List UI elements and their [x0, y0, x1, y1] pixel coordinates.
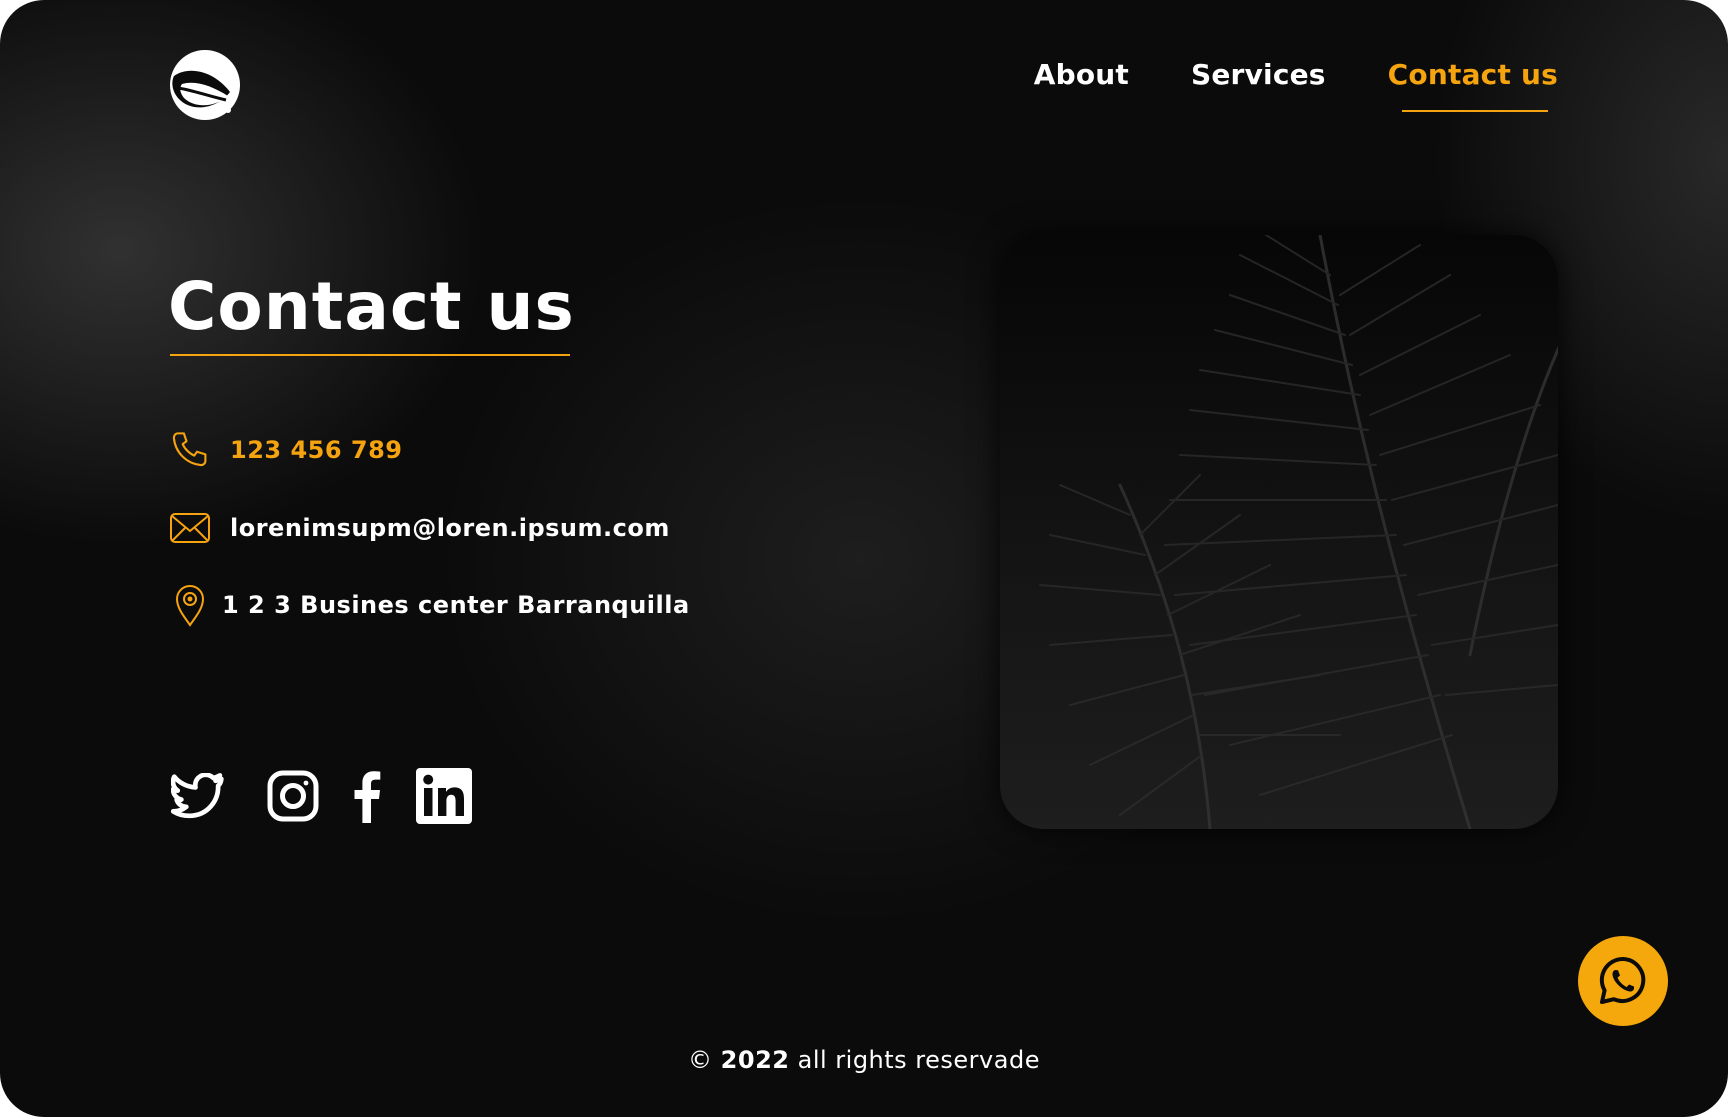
page-title: Contact us: [168, 268, 575, 345]
page-frame: About Services Contact us Contact us 123…: [0, 0, 1728, 1117]
whatsapp-button[interactable]: [1578, 936, 1668, 1026]
contact-address-row[interactable]: 1 2 3 Busines center Barranquilla: [168, 583, 690, 627]
linkedin-icon[interactable]: [416, 768, 472, 824]
palm-leaves-illustration: [1000, 235, 1558, 829]
location-pin-icon: [168, 583, 212, 627]
nav-item-about[interactable]: About: [1034, 58, 1129, 91]
copyright-year: 2022: [720, 1046, 790, 1074]
footer-copyright: © 2022 all rights reservade: [0, 1046, 1728, 1074]
copyright-symbol: ©: [688, 1046, 713, 1074]
phone-icon: [168, 428, 212, 472]
palm-leaves-image: [1000, 235, 1558, 829]
title-underline: [170, 354, 570, 356]
instagram-icon[interactable]: [266, 769, 320, 823]
nav-active-underline: [1401, 110, 1548, 112]
facebook-icon[interactable]: [352, 769, 382, 823]
envelope-icon: [168, 506, 212, 550]
twitter-icon[interactable]: [170, 768, 226, 824]
leaf-circle-logo[interactable]: [168, 48, 242, 122]
contact-address-value: 1 2 3 Busines center Barranquilla: [222, 591, 690, 619]
contact-phone-value: 123 456 789: [230, 436, 403, 464]
nav-item-services[interactable]: Services: [1191, 58, 1326, 91]
contact-email-value: lorenimsupm@loren.ipsum.com: [230, 514, 670, 542]
whatsapp-icon: [1599, 956, 1646, 1004]
nav-item-contact-us-label: Contact us: [1387, 58, 1558, 91]
social-links: [170, 768, 472, 824]
contact-email-row[interactable]: lorenimsupm@loren.ipsum.com: [168, 506, 670, 550]
nav-item-contact-us[interactable]: Contact us: [1387, 58, 1558, 112]
logo-icon: [170, 50, 240, 120]
main-nav: About Services Contact us: [1034, 58, 1558, 112]
contact-phone-row[interactable]: 123 456 789: [168, 428, 403, 472]
copyright-text: all rights reservade: [797, 1046, 1040, 1074]
